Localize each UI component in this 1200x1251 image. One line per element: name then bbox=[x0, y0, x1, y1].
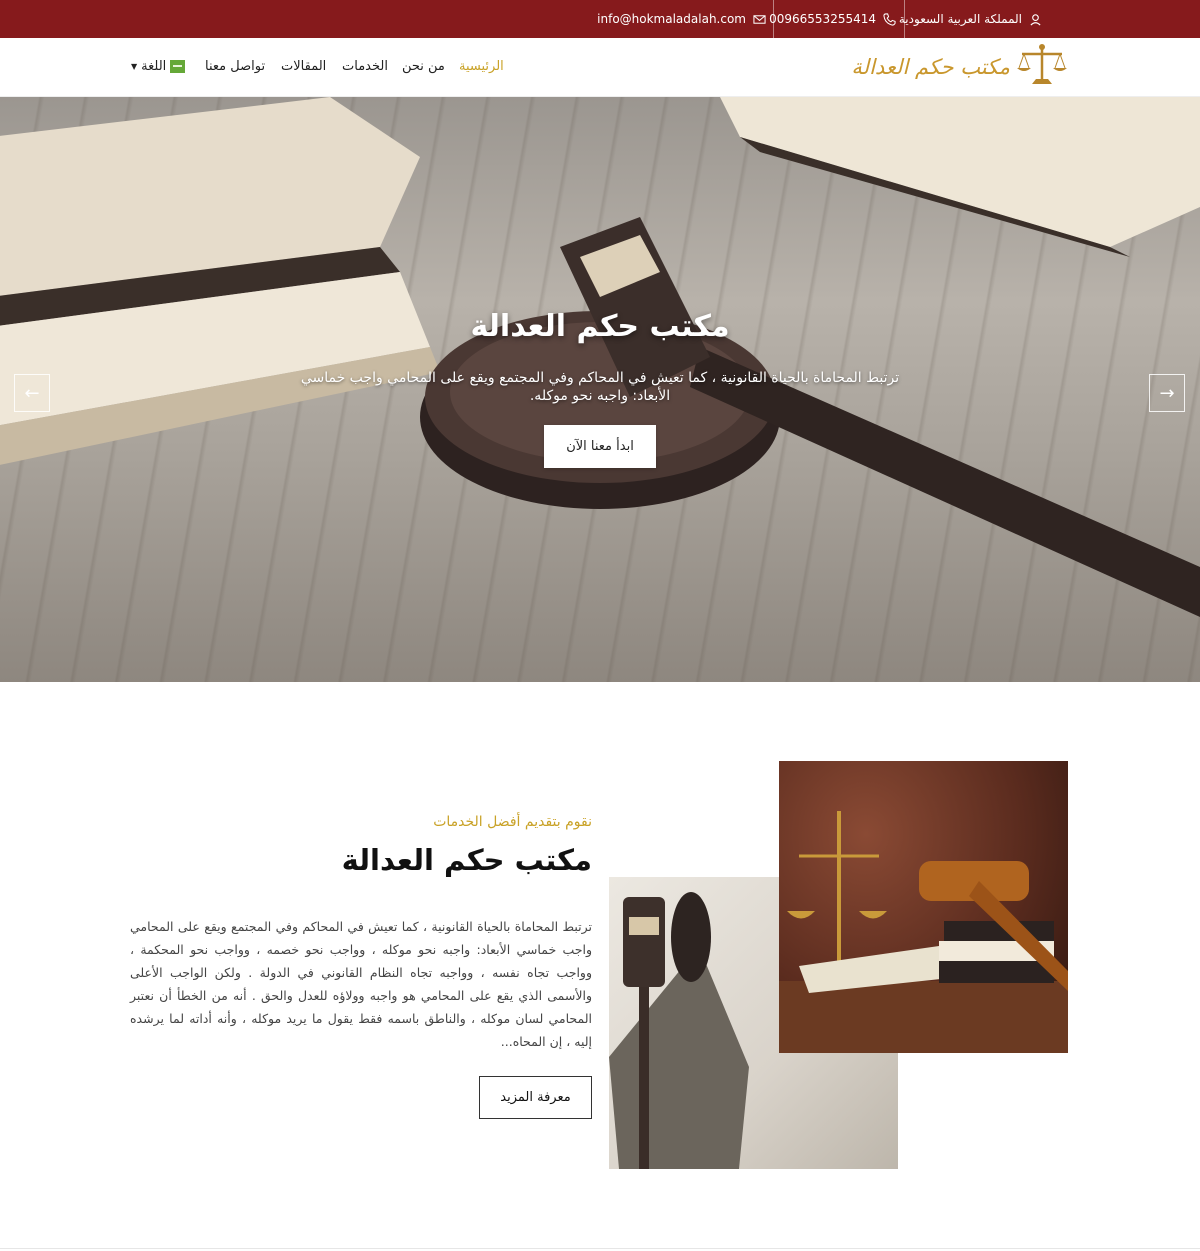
nav-articles[interactable]: المقالات bbox=[281, 59, 326, 74]
site-header: مكتب حكم العدالة الرئيسية من نحن الخدمات… bbox=[0, 38, 1200, 97]
arrow-left-icon: ← bbox=[24, 382, 40, 404]
section-body: ترتبط المحاماة بالحياة القانونية ، كما ت… bbox=[130, 919, 592, 1049]
top-bar: المملكة العربية السعودية 00966553255414 … bbox=[0, 0, 1200, 38]
arrow-right-icon: → bbox=[1159, 382, 1175, 404]
phone-icon bbox=[882, 12, 896, 26]
mail-icon bbox=[752, 12, 766, 26]
phone-text: 00966553255414 bbox=[769, 12, 876, 26]
hero-title: مكتب حكم العدالة bbox=[470, 309, 730, 344]
email-info[interactable]: info@hokmaladalah.com bbox=[597, 0, 766, 38]
hero-subtitle: ترتبط المحاماة بالحياة القانونية ، كما ت… bbox=[300, 370, 900, 404]
location-text: المملكة العربية السعودية bbox=[898, 12, 1022, 26]
section-subtitle: نقوم بتقديم أفضل الخدمات bbox=[433, 814, 592, 830]
language-label: اللغة bbox=[141, 59, 167, 74]
saudi-flag-icon bbox=[170, 60, 186, 73]
nav-contact[interactable]: تواصل معنا bbox=[205, 59, 265, 74]
caret-down-icon: ▼ bbox=[131, 62, 138, 71]
language-dropdown[interactable]: ▼ اللغة bbox=[131, 59, 186, 74]
site-logo[interactable]: مكتب حكم العدالة bbox=[851, 42, 1068, 92]
nav-about[interactable]: من نحن bbox=[402, 59, 445, 74]
user-pin-icon bbox=[1028, 12, 1042, 26]
learn-more-button[interactable]: معرفة المزيد bbox=[479, 1076, 592, 1119]
logo-text: مكتب حكم العدالة bbox=[851, 55, 1010, 79]
scales-of-justice-photo bbox=[779, 761, 1068, 1053]
scales-logo-icon bbox=[1016, 42, 1068, 92]
email-text: info@hokmaladalah.com bbox=[597, 12, 746, 26]
section-divider bbox=[0, 1248, 1200, 1249]
slider-next-button[interactable]: → bbox=[1149, 374, 1185, 412]
nav-services[interactable]: الخدمات bbox=[342, 59, 388, 74]
start-now-button[interactable]: ابدأ معنا الآن bbox=[544, 425, 656, 468]
divider bbox=[904, 0, 905, 38]
hero-slider: مكتب حكم العدالة ترتبط المحاماة بالحياة … bbox=[0, 97, 1200, 682]
section-title: مكتب حكم العدالة bbox=[341, 843, 592, 877]
location-info: المملكة العربية السعودية bbox=[899, 0, 1042, 38]
divider bbox=[773, 0, 774, 38]
nav-home[interactable]: الرئيسية bbox=[459, 59, 504, 74]
phone-info[interactable]: 00966553255414 bbox=[769, 0, 896, 38]
slider-prev-button[interactable]: ← bbox=[14, 374, 50, 412]
